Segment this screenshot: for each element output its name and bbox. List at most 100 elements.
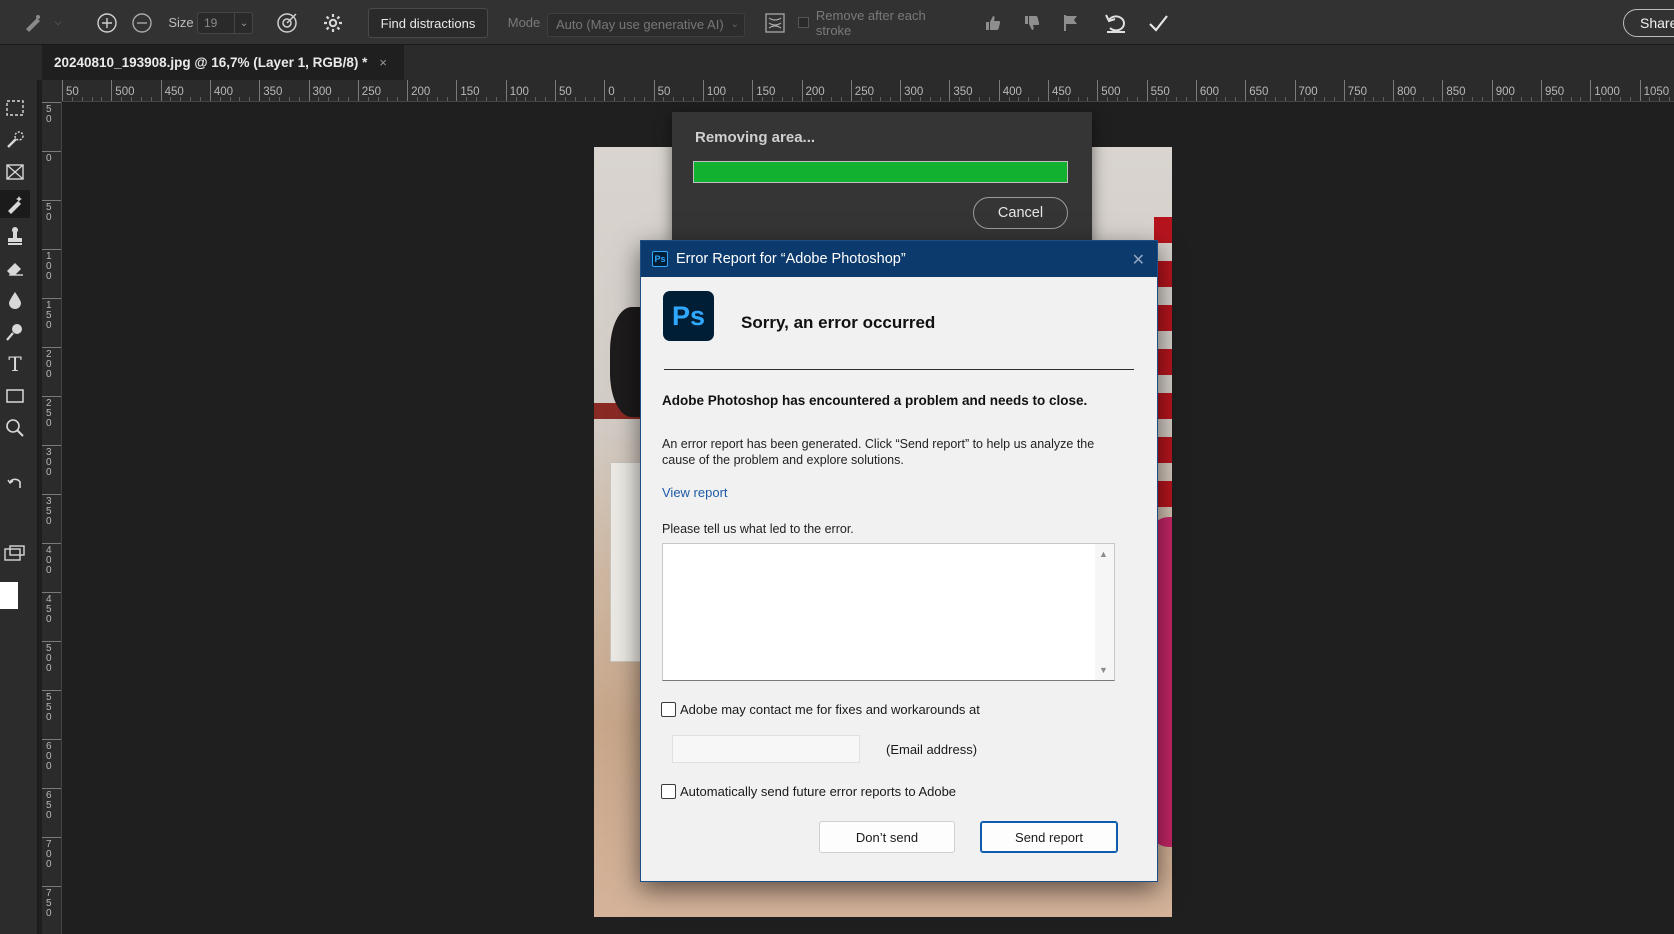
eraser-icon[interactable]: [0, 254, 30, 282]
share-button[interactable]: Share: [1623, 9, 1674, 37]
ruler-minor-tick: [663, 97, 665, 101]
contact-me-label: Adobe may contact me for fixes and worka…: [680, 702, 980, 717]
gear-icon[interactable]: [319, 0, 347, 45]
photoshop-logo-icon: Ps: [663, 291, 714, 341]
dodge-icon[interactable]: [0, 318, 30, 346]
ruler-minor-tick: [1511, 97, 1513, 101]
contact-me-option[interactable]: Adobe may contact me for fixes and worka…: [661, 702, 980, 717]
foreground-color-swatch[interactable]: [0, 582, 18, 609]
ruler-minor-tick: [1422, 97, 1424, 101]
ruler-minor-tick: [476, 97, 478, 101]
remove-tool-icon[interactable]: [0, 190, 30, 218]
chevron-down-icon[interactable]: ⌵: [51, 0, 65, 45]
healing-brush-icon[interactable]: [18, 0, 48, 45]
auto-send-checkbox[interactable]: [661, 784, 676, 799]
add-mode-icon[interactable]: [93, 0, 121, 45]
find-distractions-button[interactable]: Find distractions: [368, 8, 488, 38]
ruler-minor-tick: [495, 97, 497, 101]
stamp-icon[interactable]: [0, 222, 30, 250]
ruler-minor-tick: [1117, 97, 1119, 101]
ruler-minor-tick: [1580, 97, 1582, 101]
horizontal-ruler[interactable]: 50 500 450 400 350 300 250 200 150 100 50 0 50 100 150…: [62, 80, 1674, 102]
mode-select[interactable]: Auto (May use generative AI) ⌄: [547, 13, 745, 37]
ruler-tick-label: 450: [42, 592, 61, 625]
scroll-up-icon[interactable]: ▲: [1099, 549, 1108, 559]
ruler-tick-label: 100: [42, 249, 61, 282]
ruler-minor-tick: [1008, 97, 1010, 101]
blur-icon[interactable]: [0, 286, 30, 314]
ruler-tick-label: 250: [42, 396, 61, 429]
screen-mode-icon[interactable]: [0, 540, 30, 568]
rectangle-icon[interactable]: [0, 382, 30, 410]
ruler-tick-label: 650: [42, 788, 61, 821]
close-icon[interactable]: ×: [379, 55, 387, 70]
marquee-icon[interactable]: [0, 94, 30, 122]
ruler-minor-tick: [840, 97, 842, 101]
remove-after-stroke-checkbox[interactable]: Remove after each stroke: [798, 0, 963, 45]
contact-me-checkbox[interactable]: [661, 702, 676, 717]
document-tab-row: 20240810_193908.jpg @ 16,7% (Layer 1, RG…: [0, 45, 1674, 80]
email-field[interactable]: [672, 735, 860, 763]
swap-colors-icon[interactable]: [0, 474, 30, 494]
thumbs-up-icon[interactable]: [980, 0, 1006, 45]
close-icon[interactable]: ✕: [1132, 250, 1145, 270]
document-title: 20240810_193908.jpg @ 16,7% (Layer 1, RG…: [54, 55, 368, 70]
ruler-minor-tick: [239, 97, 241, 101]
ruler-minor-tick: [1255, 97, 1257, 101]
ruler-minor-tick: [712, 97, 714, 101]
view-report-link[interactable]: View report: [662, 485, 728, 500]
error-heading: Sorry, an error occurred: [741, 313, 936, 332]
ruler-minor-tick: [1333, 97, 1335, 101]
ruler-tick-label: 50: [555, 80, 572, 101]
vertical-ruler[interactable]: 5005010015020025030035040045050055060065…: [42, 102, 62, 934]
cancel-button[interactable]: Cancel: [973, 197, 1068, 229]
ruler-minor-tick: [929, 97, 931, 101]
send-report-button[interactable]: Send report: [980, 821, 1118, 853]
ruler-tick-label: 1000: [1590, 80, 1620, 101]
ruler-minor-tick: [1067, 97, 1069, 101]
checkmark-icon[interactable]: [1143, 0, 1173, 45]
scroll-down-icon[interactable]: ▼: [1099, 665, 1108, 675]
subtract-mode-icon[interactable]: [128, 0, 156, 45]
ruler-minor-tick: [880, 97, 882, 101]
ruler-minor-tick: [1038, 97, 1040, 101]
ruler-minor-tick: [1610, 97, 1612, 101]
frame-icon[interactable]: [0, 158, 30, 186]
ruler-tick-label: 200: [42, 347, 61, 380]
thumbs-down-icon[interactable]: [1019, 0, 1045, 45]
ruler-tick-label: 400: [42, 543, 61, 576]
ruler-minor-tick: [71, 97, 73, 101]
ruler-minor-tick: [1471, 97, 1473, 101]
type-icon[interactable]: T: [0, 350, 30, 378]
document-tab[interactable]: 20240810_193908.jpg @ 16,7% (Layer 1, RG…: [42, 45, 404, 80]
ruler-tick-label: 500: [42, 641, 61, 674]
ruler-minor-tick: [791, 97, 793, 101]
ruler-minor-tick: [338, 97, 340, 101]
error-message: Adobe Photoshop has encountered a proble…: [662, 393, 1088, 408]
ruler-minor-tick: [762, 97, 764, 101]
ruler-minor-tick: [831, 97, 833, 101]
undo-icon[interactable]: [1101, 0, 1131, 45]
auto-send-option[interactable]: Automatically send future error reports …: [661, 784, 956, 799]
ruler-minor-tick: [416, 97, 418, 101]
quick-select-icon[interactable]: [0, 126, 30, 154]
checkbox[interactable]: [798, 17, 809, 28]
ruler-minor-tick: [1353, 97, 1355, 101]
ruler-tick-label: 550: [42, 690, 61, 723]
wires-icon[interactable]: [761, 0, 789, 45]
zoom-icon[interactable]: [0, 414, 30, 442]
error-description: An error report has been generated. Clic…: [662, 437, 1095, 467]
ruler-minor-tick: [939, 97, 941, 101]
ruler-minor-tick: [170, 97, 172, 101]
ruler-minor-tick: [1176, 97, 1178, 101]
flag-icon[interactable]: [1058, 0, 1084, 45]
target-icon[interactable]: [272, 0, 302, 45]
ruler-tick-label: 0: [42, 151, 61, 164]
size-dropdown-icon[interactable]: ⌄: [234, 12, 253, 34]
ruler-minor-tick: [1274, 97, 1276, 101]
ruler-minor-tick: [150, 97, 152, 101]
dont-send-button[interactable]: Don’t send: [819, 821, 955, 853]
feedback-textarea[interactable]: ▲ ▼: [662, 543, 1115, 681]
ruler-minor-tick: [771, 97, 773, 101]
textarea-scrollbar[interactable]: ▲ ▼: [1095, 544, 1114, 680]
